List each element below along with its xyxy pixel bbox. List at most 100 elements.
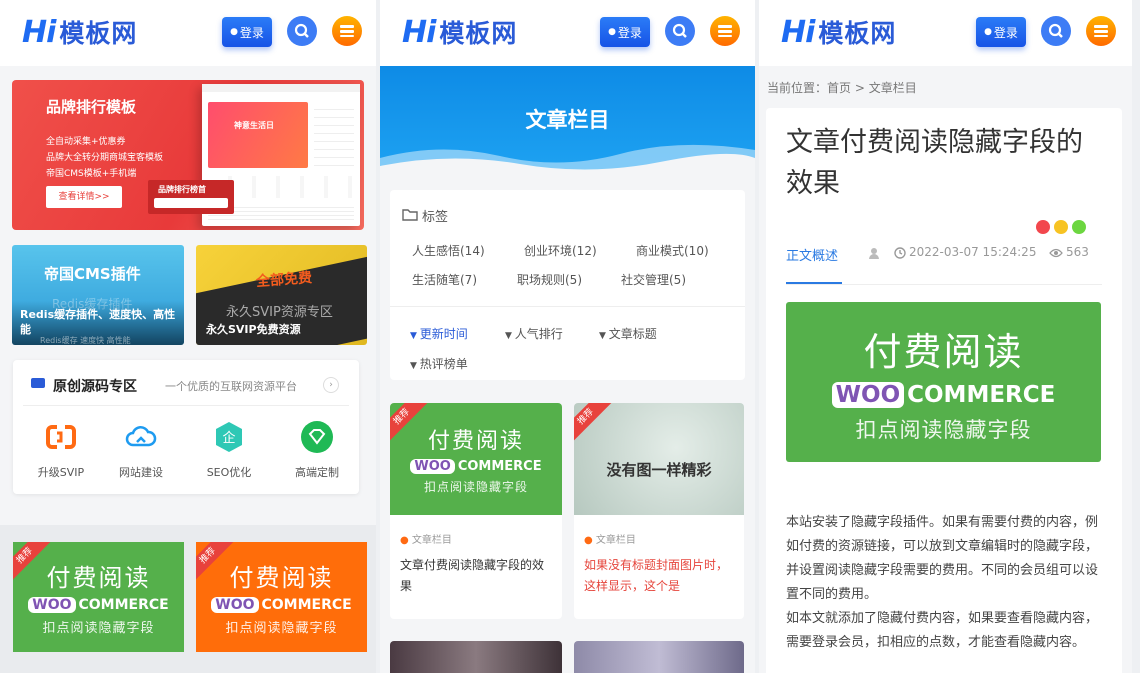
cover-title: 付费阅读 [427, 429, 524, 454]
menu-icon [340, 25, 354, 37]
article-card[interactable]: 推荐 没有图一样精彩 ● 文章栏目 如果没有标题封面图片时，这样显示，这个是 [574, 403, 744, 619]
login-label: 登录 [993, 25, 1018, 40]
sort-popular[interactable]: ▼ 人气排行 [505, 325, 563, 342]
breadcrumb-home[interactable]: 首页 [827, 81, 851, 95]
caret-down-icon: ▼ [410, 331, 420, 341]
caret-down-icon: ▼ [599, 331, 609, 341]
search-button[interactable] [1041, 16, 1071, 46]
login-button[interactable]: ● 登录 [222, 17, 272, 47]
source-item-label: SEO优化 [206, 466, 252, 479]
tag-link[interactable]: 职场规则(5) [517, 271, 582, 288]
article-card-partial[interactable] [390, 641, 562, 673]
author-icon [869, 248, 879, 259]
woocommerce-logo: WOO COMMERCE [831, 381, 1055, 408]
article-paragraph: 本站安装了隐藏字段插件。如果有需要付费的内容，例如付费的资源链接，可以放到文章编… [786, 515, 1099, 602]
svip-tile[interactable]: 全部免费 永久SVIP资源专区 永久SVIP免费资源 [196, 245, 367, 345]
source-item-label: 高端定制 [295, 466, 339, 479]
article-title[interactable]: 如果没有标题封面图片时，这样显示，这个是 [584, 555, 734, 597]
search-icon [1048, 23, 1063, 38]
source-item-seo[interactable]: 企 SEO优化 [189, 420, 269, 480]
logo-hi: Hi [22, 14, 56, 50]
source-zone-card: 原创源码专区 一个优质的互联网资源平台 › 升级SVIP 网站建设 企 SEO优… [13, 360, 359, 494]
woocommerce-logo: WOO COMMERCE [28, 597, 169, 613]
breadcrumb-sep: > [854, 81, 865, 95]
recommend-ribbon: 推荐 [574, 403, 613, 444]
search-button[interactable] [665, 16, 695, 46]
tile-big-text: 帝国CMS插件 [44, 265, 141, 283]
promo-title: 付费阅读 [229, 564, 334, 592]
logo-name: 模板网 [59, 19, 138, 48]
promo-sub: 扣点阅读隐藏字段 [225, 621, 338, 636]
menu-button[interactable] [332, 16, 362, 46]
logo-hi: Hi [781, 14, 815, 50]
logo[interactable]: Hi 模板网 [781, 14, 896, 50]
cloud-icon [125, 426, 157, 447]
caret-down-icon: ▼ [410, 361, 420, 371]
view-count: 563 [1066, 245, 1089, 259]
banner-line: 全自动采集+优惠券 [46, 137, 126, 147]
source-item-svip[interactable]: 升级SVIP [21, 420, 101, 480]
source-zone-more[interactable]: › [323, 377, 339, 393]
source-item-label: 网站建设 [119, 466, 163, 479]
article-card-partial[interactable] [574, 641, 744, 673]
source-item-custom[interactable]: 高端定制 [277, 420, 357, 480]
home-banner[interactable]: 品牌排行模板 全自动采集+优惠券 品牌大全转分期商城宝客模板 帝国CMS模板+手… [12, 80, 364, 230]
sort-title[interactable]: ▼ 文章标题 [599, 325, 657, 342]
menu-button[interactable] [710, 16, 740, 46]
hero-title: 付费阅读 [863, 329, 1024, 374]
wave-decoration [380, 144, 755, 176]
banner-search-bar: 品牌排行榜首 [148, 180, 234, 214]
logo[interactable]: Hi 模板网 [22, 14, 137, 50]
mockup-heading: 神意生活日 [234, 121, 274, 130]
header: Hi 模板网 ● 登录 [759, 0, 1132, 66]
article-paragraph: 如本文就添加了隐藏付费内容，如果要查看隐藏内容，需要登录会员，扣相应的点数，才能… [786, 611, 1099, 650]
category-banner-title: 文章栏目 [525, 108, 610, 132]
article-title[interactable]: 文章付费阅读隐藏字段的效果 [400, 555, 550, 597]
promo-card-orange[interactable]: 推荐 付费阅读 WOO COMMERCE 扣点阅读隐藏字段 [196, 542, 367, 652]
seo-icon: 企 [216, 422, 242, 452]
tag-link[interactable]: 商业模式(10) [636, 242, 709, 259]
logo[interactable]: Hi 模板网 [402, 14, 517, 50]
diamond-icon [301, 421, 333, 453]
tag-link[interactable]: 创业环境(12) [524, 242, 597, 259]
login-button[interactable]: ● 登录 [976, 17, 1026, 47]
tile-big-text: 全部免费 [255, 270, 313, 290]
mockup-sub: 品牌排行榜首 [158, 185, 206, 194]
tag-link[interactable]: 人生感悟(14) [412, 242, 485, 259]
cover-sub: 扣点阅读隐藏字段 [423, 480, 528, 494]
plugin-tile[interactable]: 帝国CMS插件 Redis缓存插件 Redis缓存插件、速度快、高性能 Redi… [12, 245, 184, 345]
tag-link[interactable]: 生活随笔(7) [412, 271, 477, 288]
header: Hi 模板网 ● 登录 [0, 0, 376, 66]
banner-detail-button[interactable]: 查看详情>> [46, 186, 122, 208]
home-screen: Hi 模板网 ● 登录 品牌排行模板 全自动采集+优惠券 品牌大全转分期商城宝客模… [0, 0, 376, 673]
tile-caption: 永久SVIP免费资源 [206, 323, 301, 336]
article-card[interactable]: 推荐 付费阅读 WOO COMMERCE 扣点阅读隐藏字段 ● 文章栏目 文章付费… [390, 403, 562, 619]
svip-icon [46, 425, 76, 449]
article-cover: 推荐 没有图一样精彩 [574, 403, 744, 515]
sort-update-time[interactable]: ▼ 更新时间 [410, 325, 468, 342]
tags-heading: 标签 [422, 210, 449, 225]
article-title: 文章付费阅读隐藏字段的效果 [786, 127, 1083, 199]
search-button[interactable] [287, 16, 317, 46]
menu-button[interactable] [1086, 16, 1116, 46]
promo-card-green[interactable]: 推荐 付费阅读 WOO COMMERCE 扣点阅读隐藏字段 [13, 542, 184, 652]
user-icon: ● [230, 27, 238, 37]
logo-name: 模板网 [439, 19, 518, 48]
caret-down-icon: ▼ [505, 331, 515, 341]
login-button[interactable]: ● 登录 [600, 17, 650, 47]
login-label: 登录 [239, 25, 264, 40]
eye-icon [1049, 248, 1063, 258]
banner-line: 帝国CMS模板+手机端 [46, 169, 137, 179]
breadcrumb-current[interactable]: 文章栏目 [869, 81, 917, 95]
tab-overview[interactable]: 正文概述 [786, 245, 838, 264]
source-item-website[interactable]: 网站建设 [101, 420, 181, 480]
category-screen: Hi 模板网 ● 登录 文章栏目 标签 人生感悟(14) 创业环境(12) 商业模… [380, 0, 755, 673]
banner-line: 品牌大全转分期商城宝客模板 [46, 153, 164, 163]
sort-hot-comments[interactable]: ▼ 热评榜单 [410, 355, 468, 372]
source-zone-subtitle: 一个优质的互联网资源平台 [165, 380, 297, 393]
tag-link[interactable]: 社交管理(5) [621, 271, 686, 288]
article-category: ● 文章栏目 [584, 535, 636, 546]
filter-card: 标签 人生感悟(14) 创业环境(12) 商业模式(10) 生活随笔(7) 职场… [390, 190, 745, 380]
article-body-card: 文章付费阅读隐藏字段的效果 正文概述 2022-03-07 15:24:25 5… [766, 108, 1122, 673]
source-item-label: 升级SVIP [37, 466, 85, 479]
